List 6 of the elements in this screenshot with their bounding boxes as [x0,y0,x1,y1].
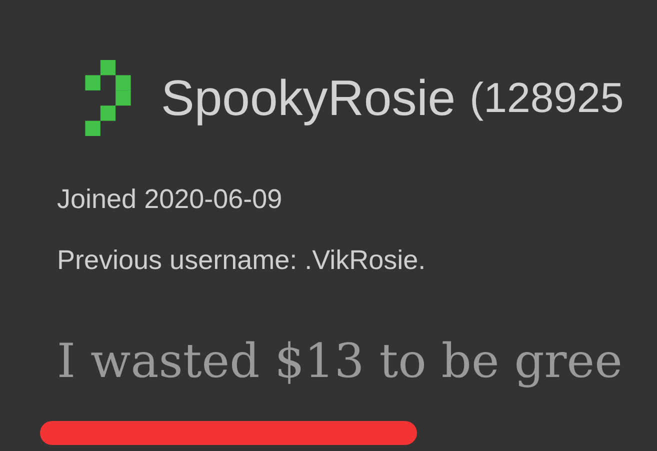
pixel-icon [85,60,131,136]
joined-date: Joined 2020-06-09 [57,184,284,215]
previous-username: Previous username: .VikRosie. [57,245,427,276]
username: SpookyRosie [161,69,456,127]
user-id: (128925 [470,74,624,122]
post-text: I wasted $13 to be gree [57,334,624,389]
